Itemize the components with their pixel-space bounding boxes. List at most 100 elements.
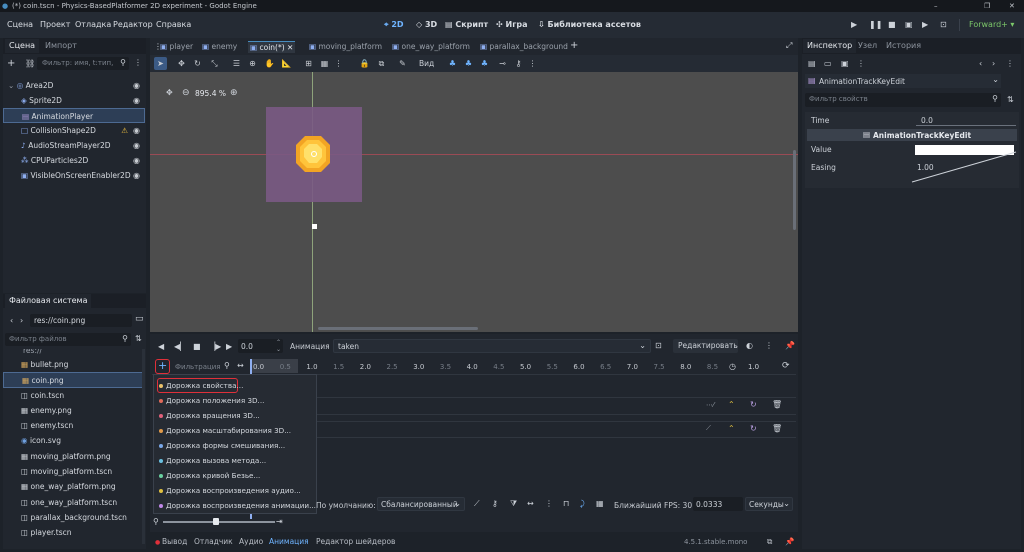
menu-help[interactable]: Справка bbox=[156, 20, 191, 29]
select-tool-icon[interactable]: ➤ bbox=[154, 57, 167, 70]
smart-snap-icon[interactable]: ⊞ bbox=[302, 57, 315, 70]
file-filter-input[interactable]: Фильтр файлов ⚲ bbox=[5, 333, 131, 346]
autoplay-icon[interactable]: ⊡ bbox=[655, 341, 662, 350]
snap-options-icon[interactable]: ⋮ bbox=[332, 57, 345, 70]
file-row[interactable]: ◫ enemy.tscn bbox=[3, 418, 143, 433]
spin-icon[interactable]: ⌃ ⌄ bbox=[276, 339, 281, 353]
zoom-in-icon[interactable]: ⊕ bbox=[230, 88, 238, 98]
object-selector[interactable]: ▤ AnimationTrackKeyEdit ⌄ bbox=[805, 74, 1001, 88]
tree-row[interactable]: □ CollisionShape2D ⚠ ◉ bbox=[3, 123, 146, 138]
v-scrollbar[interactable] bbox=[793, 150, 796, 230]
time-input[interactable]: 0.0 ⌃ ⌄ bbox=[238, 339, 283, 353]
group-icon[interactable]: ⧉ bbox=[375, 57, 388, 70]
pivot-handle[interactable] bbox=[312, 224, 317, 229]
delete-track-icon[interactable]: 🗑 bbox=[772, 424, 782, 433]
h-scrollbar[interactable] bbox=[318, 327, 478, 330]
zoom-out-icon[interactable]: ⊖ bbox=[182, 88, 190, 98]
step-input[interactable]: 0.0333 bbox=[693, 497, 743, 511]
loop-icon[interactable]: ⟳ bbox=[782, 361, 790, 371]
renderer-select[interactable]: Forward+ ▾ bbox=[969, 20, 1014, 29]
anim-more-icon[interactable]: ⋮ bbox=[765, 341, 773, 350]
keyframe-pos-icon[interactable]: ♣ bbox=[462, 57, 475, 70]
file-row[interactable]: ◫ moving_platform.tscn bbox=[3, 464, 143, 479]
link-icon[interactable]: ⛓ bbox=[25, 59, 35, 68]
pivot-tool-icon[interactable]: ⊕ bbox=[246, 57, 259, 70]
track-menu-item[interactable]: Дорожка положения 3D... bbox=[155, 393, 315, 408]
workspace-game[interactable]: ✣ Игра bbox=[496, 20, 528, 29]
track-menu-item[interactable]: Дорожка воспроизведения аудио... bbox=[155, 483, 315, 498]
bezier-icon[interactable]: ⟋ bbox=[474, 499, 480, 509]
anim-length[interactable]: 1.0 bbox=[748, 363, 759, 371]
visibility-eye-icon[interactable]: ◉ bbox=[133, 78, 140, 93]
options-icon[interactable]: ⋮ bbox=[545, 499, 553, 508]
stop-anim-icon[interactable]: ■ bbox=[193, 342, 201, 351]
property-filter-input[interactable]: Фильтр свойств ⚲ bbox=[805, 93, 1001, 107]
interpolation-icon[interactable]: ⋯⁄ bbox=[706, 401, 714, 409]
visibility-eye-icon[interactable]: ◉ bbox=[133, 93, 140, 108]
visibility-eye-icon[interactable]: ◉ bbox=[133, 168, 140, 183]
keyframe-scale-icon[interactable]: ⊸ bbox=[496, 57, 509, 70]
history-forward-icon[interactable]: › bbox=[992, 59, 995, 68]
workspace-script[interactable]: ▤ Скрипт bbox=[445, 20, 488, 29]
distraction-free-icon[interactable]: ⤢ bbox=[786, 41, 792, 51]
delete-track-icon[interactable]: 🗑 bbox=[772, 400, 782, 409]
update-mode-icon[interactable]: ⌃ bbox=[728, 424, 735, 433]
scene-tab[interactable]: ▣ player bbox=[158, 41, 195, 53]
track-menu-item[interactable]: Дорожка свойства... bbox=[155, 378, 315, 393]
zoom-level[interactable]: 895.4 % bbox=[195, 89, 226, 98]
fit-keys-icon[interactable]: ↔ bbox=[527, 499, 534, 508]
workspace-assetlib[interactable]: ⇩ Библиотека ассетов bbox=[538, 20, 641, 29]
scene-tab[interactable]: ▣ moving_platform bbox=[307, 41, 384, 53]
tab-output[interactable]: Вывод bbox=[162, 537, 187, 546]
filter-keys-icon[interactable]: ⧩ bbox=[510, 499, 517, 509]
interpolation-icon[interactable]: ⟋ bbox=[706, 424, 711, 433]
tree-row[interactable]: ♪ AudioStreamPlayer2D ◉ bbox=[3, 138, 146, 153]
track-row[interactable]: ⟋ ⌃ ↻ 🗑 bbox=[316, 421, 796, 438]
easing-curve[interactable] bbox=[910, 150, 1018, 184]
track-filter-input[interactable]: Фильтрация bbox=[175, 363, 221, 371]
tab-shader-editor[interactable]: Редактор шейдеров bbox=[316, 537, 395, 546]
play-backwards-start-icon[interactable]: ◀▏ bbox=[174, 342, 186, 351]
key-icon[interactable]: ⚷ bbox=[492, 499, 498, 508]
grid-icon[interactable]: ▦ bbox=[596, 499, 604, 508]
visibility-eye-icon[interactable]: ◉ bbox=[133, 123, 140, 138]
snap-keys-icon[interactable]: ⊓ bbox=[563, 499, 569, 508]
zoom-end-icon[interactable]: ⇥ bbox=[276, 517, 283, 526]
section-header[interactable]: ▤ AnimationTrackKeyEdit bbox=[807, 129, 1017, 141]
workspace-2d[interactable]: ⌖ 2D bbox=[384, 20, 404, 30]
viewport[interactable]: ✥ ⊖ 895.4 % ⊕ bbox=[150, 72, 798, 332]
history-menu-icon[interactable]: ⋮ bbox=[1006, 59, 1014, 68]
tab-scene[interactable]: Сцена bbox=[5, 39, 40, 53]
play-start-icon[interactable]: ▕▶ bbox=[209, 342, 221, 351]
file-row[interactable]: ▦ one_way_platform.png bbox=[3, 479, 143, 494]
scale-tool-icon[interactable]: ⤡ bbox=[208, 57, 221, 70]
tab-audio[interactable]: Аудио bbox=[239, 537, 263, 546]
track-menu-item[interactable]: Дорожка вызова метода... bbox=[155, 453, 315, 468]
keying-icon[interactable]: ♣ bbox=[446, 57, 459, 70]
minimize-button[interactable]: – bbox=[934, 0, 938, 12]
insert-key-icon[interactable]: ⚷ bbox=[512, 57, 525, 70]
movie-icon[interactable]: ⊡ bbox=[940, 20, 947, 29]
file-row[interactable]: ▦ bullet.png bbox=[3, 357, 143, 372]
forward-icon[interactable]: › bbox=[20, 316, 23, 325]
tab-debugger[interactable]: Отладчик bbox=[194, 537, 233, 546]
track-menu-item[interactable]: Дорожка вращения 3D... bbox=[155, 408, 315, 423]
track-menu-item[interactable]: Дорожка воспроизведения анимации... bbox=[155, 498, 316, 513]
skeleton-icon[interactable]: ✎ bbox=[396, 57, 409, 70]
tab-history[interactable]: История bbox=[882, 39, 925, 53]
file-row[interactable]: ◫ parallax_background.tscn bbox=[3, 510, 143, 525]
close-tab-icon[interactable]: ✕ bbox=[285, 43, 293, 52]
file-row[interactable]: ◫ player.tscn bbox=[3, 525, 143, 540]
play-anim-icon[interactable]: ▶ bbox=[226, 342, 232, 351]
tree-row[interactable]: ⁂ CPUParticles2D ◉ bbox=[3, 153, 146, 168]
file-row[interactable]: ▦ moving_platform.png bbox=[3, 449, 143, 464]
tab-node[interactable]: Узел bbox=[854, 39, 881, 53]
file-row[interactable]: ▦ coin.png bbox=[3, 372, 143, 388]
scene-filter-input[interactable]: Фильтр: имя, t:тип, ⚲ bbox=[37, 57, 129, 70]
unit-select[interactable]: Секунды ⌄ bbox=[745, 497, 793, 511]
stop-icon[interactable]: ■ bbox=[888, 20, 896, 29]
track-menu-item[interactable]: Дорожка масштабирования 3D... bbox=[155, 423, 315, 438]
play-icon[interactable]: ▶ bbox=[851, 20, 857, 29]
filesystem-title[interactable]: Файловая система bbox=[5, 294, 92, 308]
scene-tab[interactable]: ▣ one_way_platform bbox=[390, 41, 472, 53]
